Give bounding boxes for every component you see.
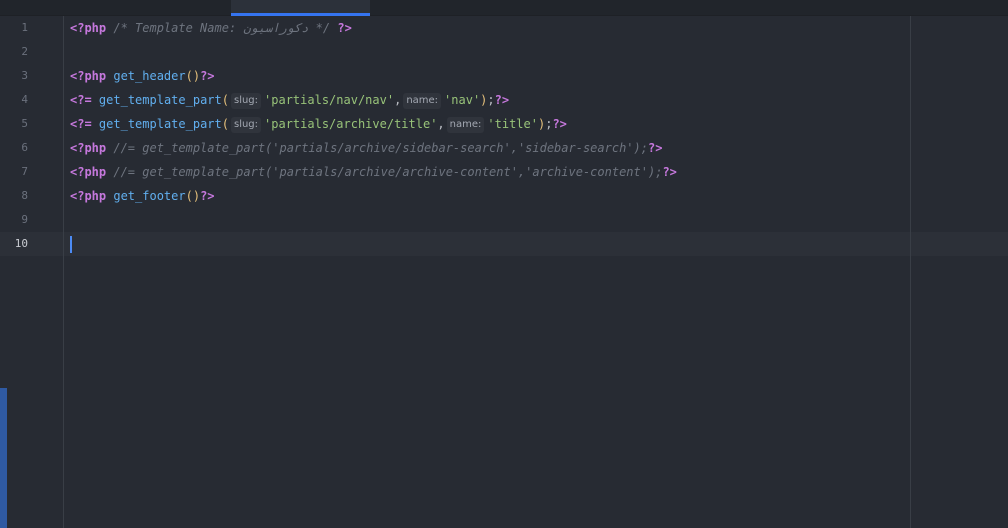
paren-open: ( [221,93,229,107]
function-name: get_template_part [98,93,222,107]
php-open-tag: <?php [70,165,107,179]
string-arg: 'nav' [444,93,481,107]
function-name: get_header [113,69,186,83]
commented-code: //= get_template_part('partials/archive/… [113,141,648,155]
line-number: 1 [21,21,28,34]
string-arg: 'partials/nav/nav' [264,93,395,107]
php-close-tag: ?> [200,189,215,203]
php-echo-tag: <?= [70,117,92,131]
parameter-hint-name: name: [403,93,442,109]
line-number: 8 [21,189,28,202]
line-number: 6 [21,141,28,154]
php-open-tag: <?php [70,69,107,83]
active-file-tab[interactable] [231,0,370,16]
line-number-current: 10 [14,237,28,250]
php-echo-tag: <?= [70,93,92,107]
parameter-hint-slug: slug: [230,117,262,133]
line-number: 5 [21,117,28,130]
semicolon: ; [487,93,495,107]
string-arg: 'partials/archive/title' [264,117,438,131]
code-line-5[interactable]: <?= get_template_part(slug:'partials/arc… [70,112,567,136]
vcs-change-marker[interactable] [0,388,7,528]
php-close-tag: ?> [337,21,352,35]
function-name: get_footer [113,189,186,203]
code-editor[interactable]: <?php /* Template Name: دکوراسیون */ ?> … [65,16,1008,528]
text-cursor [70,236,72,253]
line-number: 9 [21,213,28,226]
code-line-8[interactable]: <?php get_footer()?> [70,184,215,208]
paren-open: ( [221,117,229,131]
php-open-tag: <?php [70,189,107,203]
code-line-3[interactable]: <?php get_header()?> [70,64,215,88]
parens: () [185,69,201,83]
line-number: 7 [21,165,28,178]
line-number: 2 [21,45,28,58]
php-close-tag: ?> [552,117,567,131]
string-arg: 'title' [487,117,538,131]
php-open-tag: <?php [70,21,107,35]
comma: , [394,93,402,107]
function-name: get_template_part [98,117,222,131]
code-line-7[interactable]: <?php //= get_template_part('partials/ar… [70,160,677,184]
code-line-6[interactable]: <?php //= get_template_part('partials/ar… [70,136,662,160]
template-name-comment: /* Template Name: دکوراسیون */ [113,21,331,35]
line-number: 4 [21,93,28,106]
editor-tab-bar [0,0,1008,16]
php-open-tag: <?php [70,141,107,155]
line-number-gutter[interactable]: 1 2 3 4 5 6 7 8 9 10 [0,16,64,528]
code-line-4[interactable]: <?= get_template_part(slug:'partials/nav… [70,88,509,112]
line-number: 3 [21,69,28,82]
parameter-hint-slug: slug: [230,93,262,109]
comma: , [437,117,445,131]
php-close-tag: ?> [494,93,510,107]
php-close-tag: ?> [647,141,663,155]
parameter-hint-name: name: [446,117,485,133]
code-line-1[interactable]: <?php /* Template Name: دکوراسیون */ ?> [70,16,352,40]
php-close-tag: ?> [200,69,215,83]
php-close-tag: ?> [662,165,677,179]
parens: () [185,189,201,203]
commented-code: //= get_template_part('partials/archive/… [113,165,663,179]
